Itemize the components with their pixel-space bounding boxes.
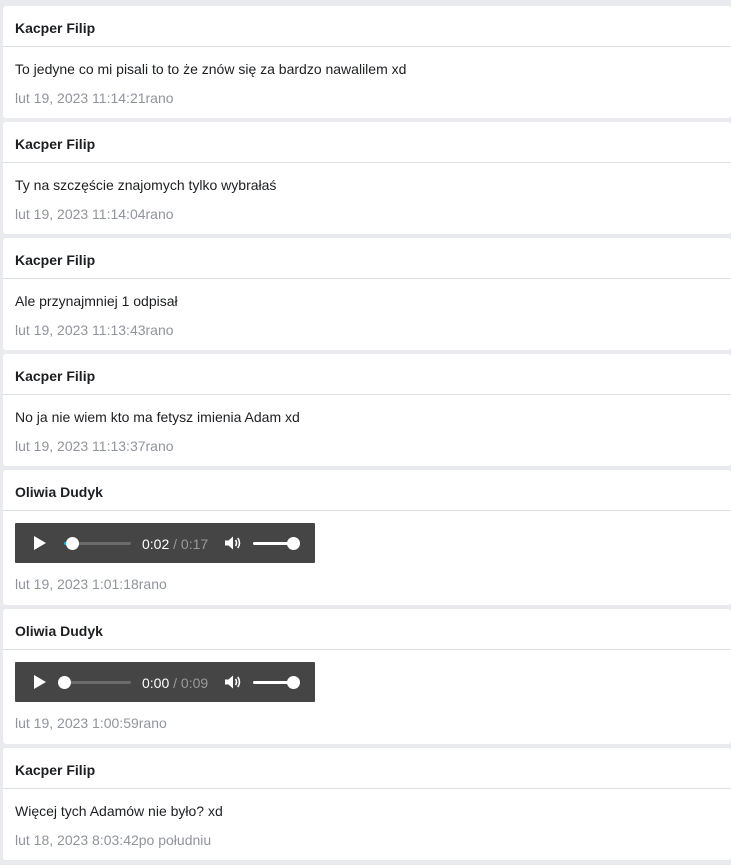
message-timestamp: lut 19, 2023 11:14:21rano: [15, 90, 174, 106]
time-display: 0:00 / 0:09: [142, 675, 208, 691]
sender-name: Kacper Filip: [3, 6, 731, 47]
time-separator: /: [169, 675, 181, 691]
seek-slider[interactable]: [58, 676, 131, 689]
sender-name: Kacper Filip: [3, 122, 731, 163]
message-card: Oliwia Dudyk 0:02 / 0:17 lut 19, 2023 1:…: [3, 470, 731, 605]
time-display: 0:02 / 0:17: [142, 536, 208, 552]
seek-slider[interactable]: [64, 537, 131, 550]
message-card: Kacper Filip No ja nie wiem kto ma fetys…: [3, 354, 731, 466]
message-text: To jedyne co mi pisali to to że znów się…: [15, 61, 407, 77]
message-card: Oliwia Dudyk 0:00 / 0:09 lut 19, 2023 1:…: [3, 609, 731, 744]
message-text: No ja nie wiem kto ma fetysz imienia Ada…: [15, 409, 300, 425]
message-timestamp: lut 19, 2023 1:00:59rano: [15, 715, 167, 731]
duration: 0:17: [180, 536, 209, 552]
message-card: Kacper Filip To jedyne co mi pisali to t…: [3, 6, 731, 118]
sender-name: Kacper Filip: [3, 238, 731, 279]
play-icon[interactable]: [34, 536, 46, 550]
duration: 0:09: [180, 675, 209, 691]
volume-handle[interactable]: [287, 676, 300, 689]
audio-player: 0:02 / 0:17: [15, 523, 315, 563]
message-text: Więcej tych Adamów nie było? xd: [15, 803, 223, 819]
message-timestamp: lut 19, 2023 1:01:18rano: [15, 576, 167, 592]
current-time: 0:02: [142, 536, 170, 552]
audio-player: 0:00 / 0:09: [15, 662, 315, 702]
volume-icon[interactable]: [224, 674, 242, 690]
current-time: 0:00: [142, 675, 170, 691]
message-text: Ale przynajmniej 1 odpisał: [15, 293, 178, 309]
message-timestamp: lut 19, 2023 11:13:43rano: [15, 322, 174, 338]
message-timestamp: lut 18, 2023 8:03:42po południu: [15, 832, 212, 848]
sender-name: Oliwia Dudyk: [3, 609, 731, 650]
play-icon[interactable]: [34, 675, 46, 689]
message-card: Kacper Filip Ty na szczęście znajomych t…: [3, 122, 731, 234]
message-timestamp: lut 19, 2023 11:14:04rano: [15, 206, 174, 222]
time-separator: /: [169, 536, 181, 552]
sender-name: Kacper Filip: [3, 748, 731, 789]
message-card: Kacper Filip Ale przynajmniej 1 odpisał …: [3, 238, 731, 350]
sender-name: Oliwia Dudyk: [3, 470, 731, 511]
sender-name: Kacper Filip: [3, 354, 731, 395]
volume-icon[interactable]: [224, 535, 242, 551]
volume-slider[interactable]: [253, 676, 300, 689]
volume-handle[interactable]: [287, 537, 300, 550]
seek-handle[interactable]: [66, 537, 79, 550]
message-timestamp: lut 19, 2023 11:13:37rano: [15, 438, 174, 454]
message-feed: Kacper Filip To jedyne co mi pisali to t…: [0, 0, 731, 865]
message-text: Ty na szczęście znajomych tylko wybrałaś: [15, 177, 277, 193]
message-card: Kacper Filip Więcej tych Adamów nie było…: [3, 748, 731, 860]
seek-handle[interactable]: [58, 676, 71, 689]
volume-slider[interactable]: [253, 537, 300, 550]
